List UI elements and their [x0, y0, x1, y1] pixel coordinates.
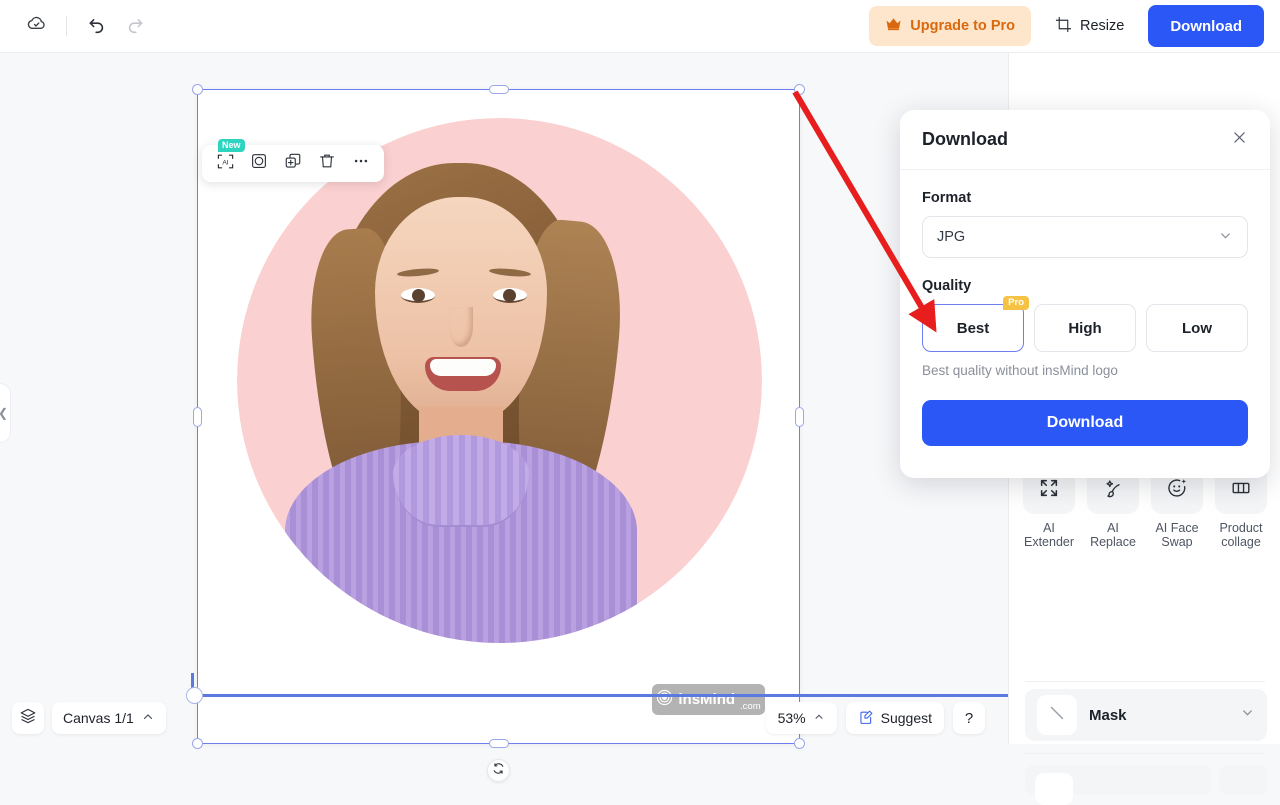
- canvas-selector[interactable]: Canvas 1/1: [52, 702, 166, 734]
- redo-button[interactable]: [117, 8, 153, 44]
- canvas-label: Canvas 1/1: [63, 710, 134, 726]
- circle-in-square-icon: [250, 152, 268, 175]
- top-toolbar-right: Upgrade to Pro Resize Download: [869, 5, 1280, 47]
- more-options-button[interactable]: [346, 149, 376, 178]
- ellipsis-icon: [352, 152, 370, 175]
- help-button[interactable]: ?: [953, 702, 985, 734]
- bottom-toolbar: Canvas 1/1 53% Suggest ?: [0, 692, 1280, 744]
- left-panel-collapse-button[interactable]: ❮: [0, 383, 11, 443]
- top-toolbar: Upgrade to Pro Resize Download: [0, 0, 1280, 53]
- chevron-down-icon: [1218, 228, 1233, 247]
- resize-label: Resize: [1080, 18, 1125, 34]
- pro-badge: Pro: [1003, 296, 1029, 311]
- panel-divider-2: [1025, 753, 1265, 754]
- ghost-row-item: [1025, 765, 1211, 805]
- chevron-up-icon: [813, 710, 825, 726]
- delete-button[interactable]: [312, 149, 342, 178]
- upgrade-to-pro-label: Upgrade to Pro: [910, 18, 1015, 34]
- upgrade-to-pro-button[interactable]: Upgrade to Pro: [869, 6, 1031, 46]
- rotate-handle[interactable]: [487, 759, 510, 782]
- zoom-control[interactable]: 53%: [765, 702, 837, 734]
- quality-label: Quality: [922, 278, 972, 294]
- bottom-toolbar-right: 53% Suggest ?: [765, 702, 1280, 734]
- quality-option-label: High: [1068, 319, 1102, 337]
- chevron-left-icon: ❮: [0, 407, 8, 419]
- redo-icon: [125, 14, 145, 39]
- close-icon[interactable]: [1231, 129, 1248, 150]
- tool-label: AI Replace: [1090, 520, 1136, 550]
- resize-button[interactable]: Resize: [1045, 6, 1134, 46]
- crown-icon: [885, 17, 902, 35]
- resize-handle-top-right[interactable]: [794, 84, 805, 95]
- quality-options: Pro Best High Low: [922, 296, 1248, 352]
- quality-option-high[interactable]: High: [1034, 304, 1136, 352]
- popover-download-button[interactable]: Download: [922, 400, 1248, 446]
- tool-label: AI Face Swap: [1155, 520, 1199, 550]
- ai-tool-button[interactable]: New AI: [210, 139, 245, 178]
- download-popover: Download Format JPG Quality Pro Best Hig…: [900, 110, 1270, 478]
- chevron-up-icon: [141, 710, 155, 727]
- download-button[interactable]: Download: [1148, 5, 1264, 47]
- download-popover-header: Download: [900, 110, 1270, 170]
- toolbar-divider: [66, 16, 67, 36]
- format-label: Format: [922, 190, 972, 206]
- layers-icon: [19, 707, 37, 730]
- element-floating-toolbar: New AI: [202, 139, 384, 182]
- rotate-icon: [492, 762, 505, 780]
- cloud-check-icon: [26, 13, 47, 39]
- cloud-save-button[interactable]: [18, 8, 54, 44]
- format-value: JPG: [937, 229, 966, 245]
- quality-option-best[interactable]: Pro Best: [922, 296, 1029, 352]
- download-popover-title: Download: [922, 129, 1008, 149]
- panel-divider: [1025, 681, 1265, 682]
- trash-icon: [318, 152, 336, 175]
- canvas-sheet[interactable]: insMind .com: [197, 89, 800, 744]
- layers-button[interactable]: [12, 702, 44, 734]
- bottom-toolbar-left: Canvas 1/1: [0, 702, 166, 734]
- quality-option-label: Low: [1182, 319, 1212, 337]
- format-select[interactable]: JPG: [922, 216, 1248, 258]
- panel-next-section-preview: [1025, 765, 1267, 805]
- zoom-level-label: 53%: [777, 710, 806, 726]
- resize-handle-top-left[interactable]: [192, 84, 203, 95]
- workspace: ❮: [0, 53, 1280, 805]
- mask-shape-button[interactable]: [244, 149, 274, 178]
- quality-hint: Best quality without insMind logo: [922, 363, 1118, 378]
- duplicate-plus-icon: [284, 152, 302, 175]
- tool-label: Product collage: [1219, 520, 1263, 550]
- crop-icon: [1055, 16, 1072, 37]
- suggest-label: Suggest: [880, 710, 932, 726]
- tool-label: AI Extender: [1023, 520, 1075, 550]
- ghost-row-item: [1219, 765, 1267, 795]
- resize-handle-right[interactable]: [795, 407, 804, 427]
- suggest-note-icon: [858, 709, 874, 728]
- undo-icon: [87, 14, 107, 39]
- suggest-button[interactable]: Suggest: [845, 702, 944, 734]
- new-badge: New: [218, 139, 245, 152]
- top-toolbar-left: [0, 8, 153, 44]
- download-popover-body: Format JPG Quality Pro Best High Low Bes…: [900, 170, 1270, 446]
- undo-button[interactable]: [79, 8, 115, 44]
- duplicate-button[interactable]: [278, 149, 308, 178]
- svg-text:AI: AI: [222, 159, 228, 166]
- canvas-area[interactable]: insMind .com: [192, 84, 805, 749]
- quality-option-low[interactable]: Low: [1146, 304, 1248, 352]
- ai-frame-icon: AI: [216, 152, 235, 176]
- resize-handle-left[interactable]: [193, 407, 202, 427]
- resize-handle-top[interactable]: [489, 85, 509, 94]
- quality-option-label: Best: [956, 319, 990, 337]
